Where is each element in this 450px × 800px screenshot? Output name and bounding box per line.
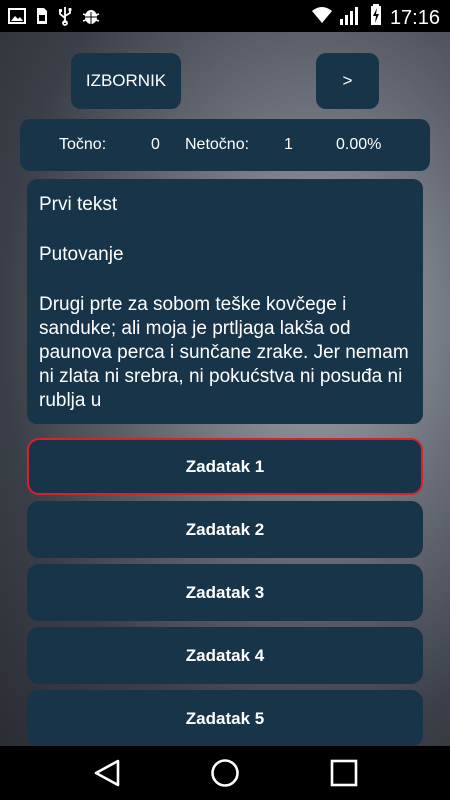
text-heading: Prvi tekst: [39, 194, 118, 215]
clock: 17:16: [389, 6, 440, 29]
usb-icon: [58, 6, 72, 31]
app-content: IZBORNIK > Točno: 0 Netočno: 1 0.00% Prv…: [0, 32, 450, 746]
back-icon[interactable]: [89, 758, 125, 788]
task-button-3[interactable]: Zadatak 3: [27, 564, 423, 621]
text-body: Drugi prte za sobom teške kovčege i sand…: [39, 294, 409, 411]
image-icon: [8, 8, 26, 29]
text-title: Putovanje: [39, 244, 124, 265]
task-list: Zadatak 1 Zadatak 2 Zadatak 3 Zadatak 4 …: [27, 438, 423, 746]
incorrect-value: 1: [284, 136, 293, 153]
task-button-5[interactable]: Zadatak 5: [27, 690, 423, 746]
sim-icon: [36, 7, 48, 30]
task-button-4[interactable]: Zadatak 4: [27, 627, 423, 684]
wifi-icon: [311, 6, 332, 29]
menu-button[interactable]: IZBORNIK: [71, 53, 181, 109]
recents-icon[interactable]: [326, 758, 362, 788]
task-button-2[interactable]: Zadatak 2: [27, 501, 423, 558]
home-icon[interactable]: [207, 758, 243, 788]
percent-value: 0.00%: [336, 136, 382, 153]
status-bar: 17:16: [0, 0, 450, 32]
correct-value: 0: [151, 136, 160, 153]
battery-charging-icon: [370, 4, 382, 31]
correct-label: Točno:: [59, 136, 107, 153]
reading-text-panel[interactable]: Prvi tekst Putovanje Drugi prte za sobom…: [27, 179, 423, 424]
task-button-1[interactable]: Zadatak 1: [27, 438, 423, 495]
navigation-bar: [0, 746, 450, 800]
notification-icons: [8, 6, 100, 31]
score-bar: Točno: 0 Netočno: 1 0.00%: [20, 119, 430, 171]
android-debug-icon: [82, 7, 100, 30]
next-button[interactable]: >: [316, 53, 379, 109]
signal-icon: [339, 5, 362, 30]
incorrect-label: Netočno:: [185, 136, 250, 153]
